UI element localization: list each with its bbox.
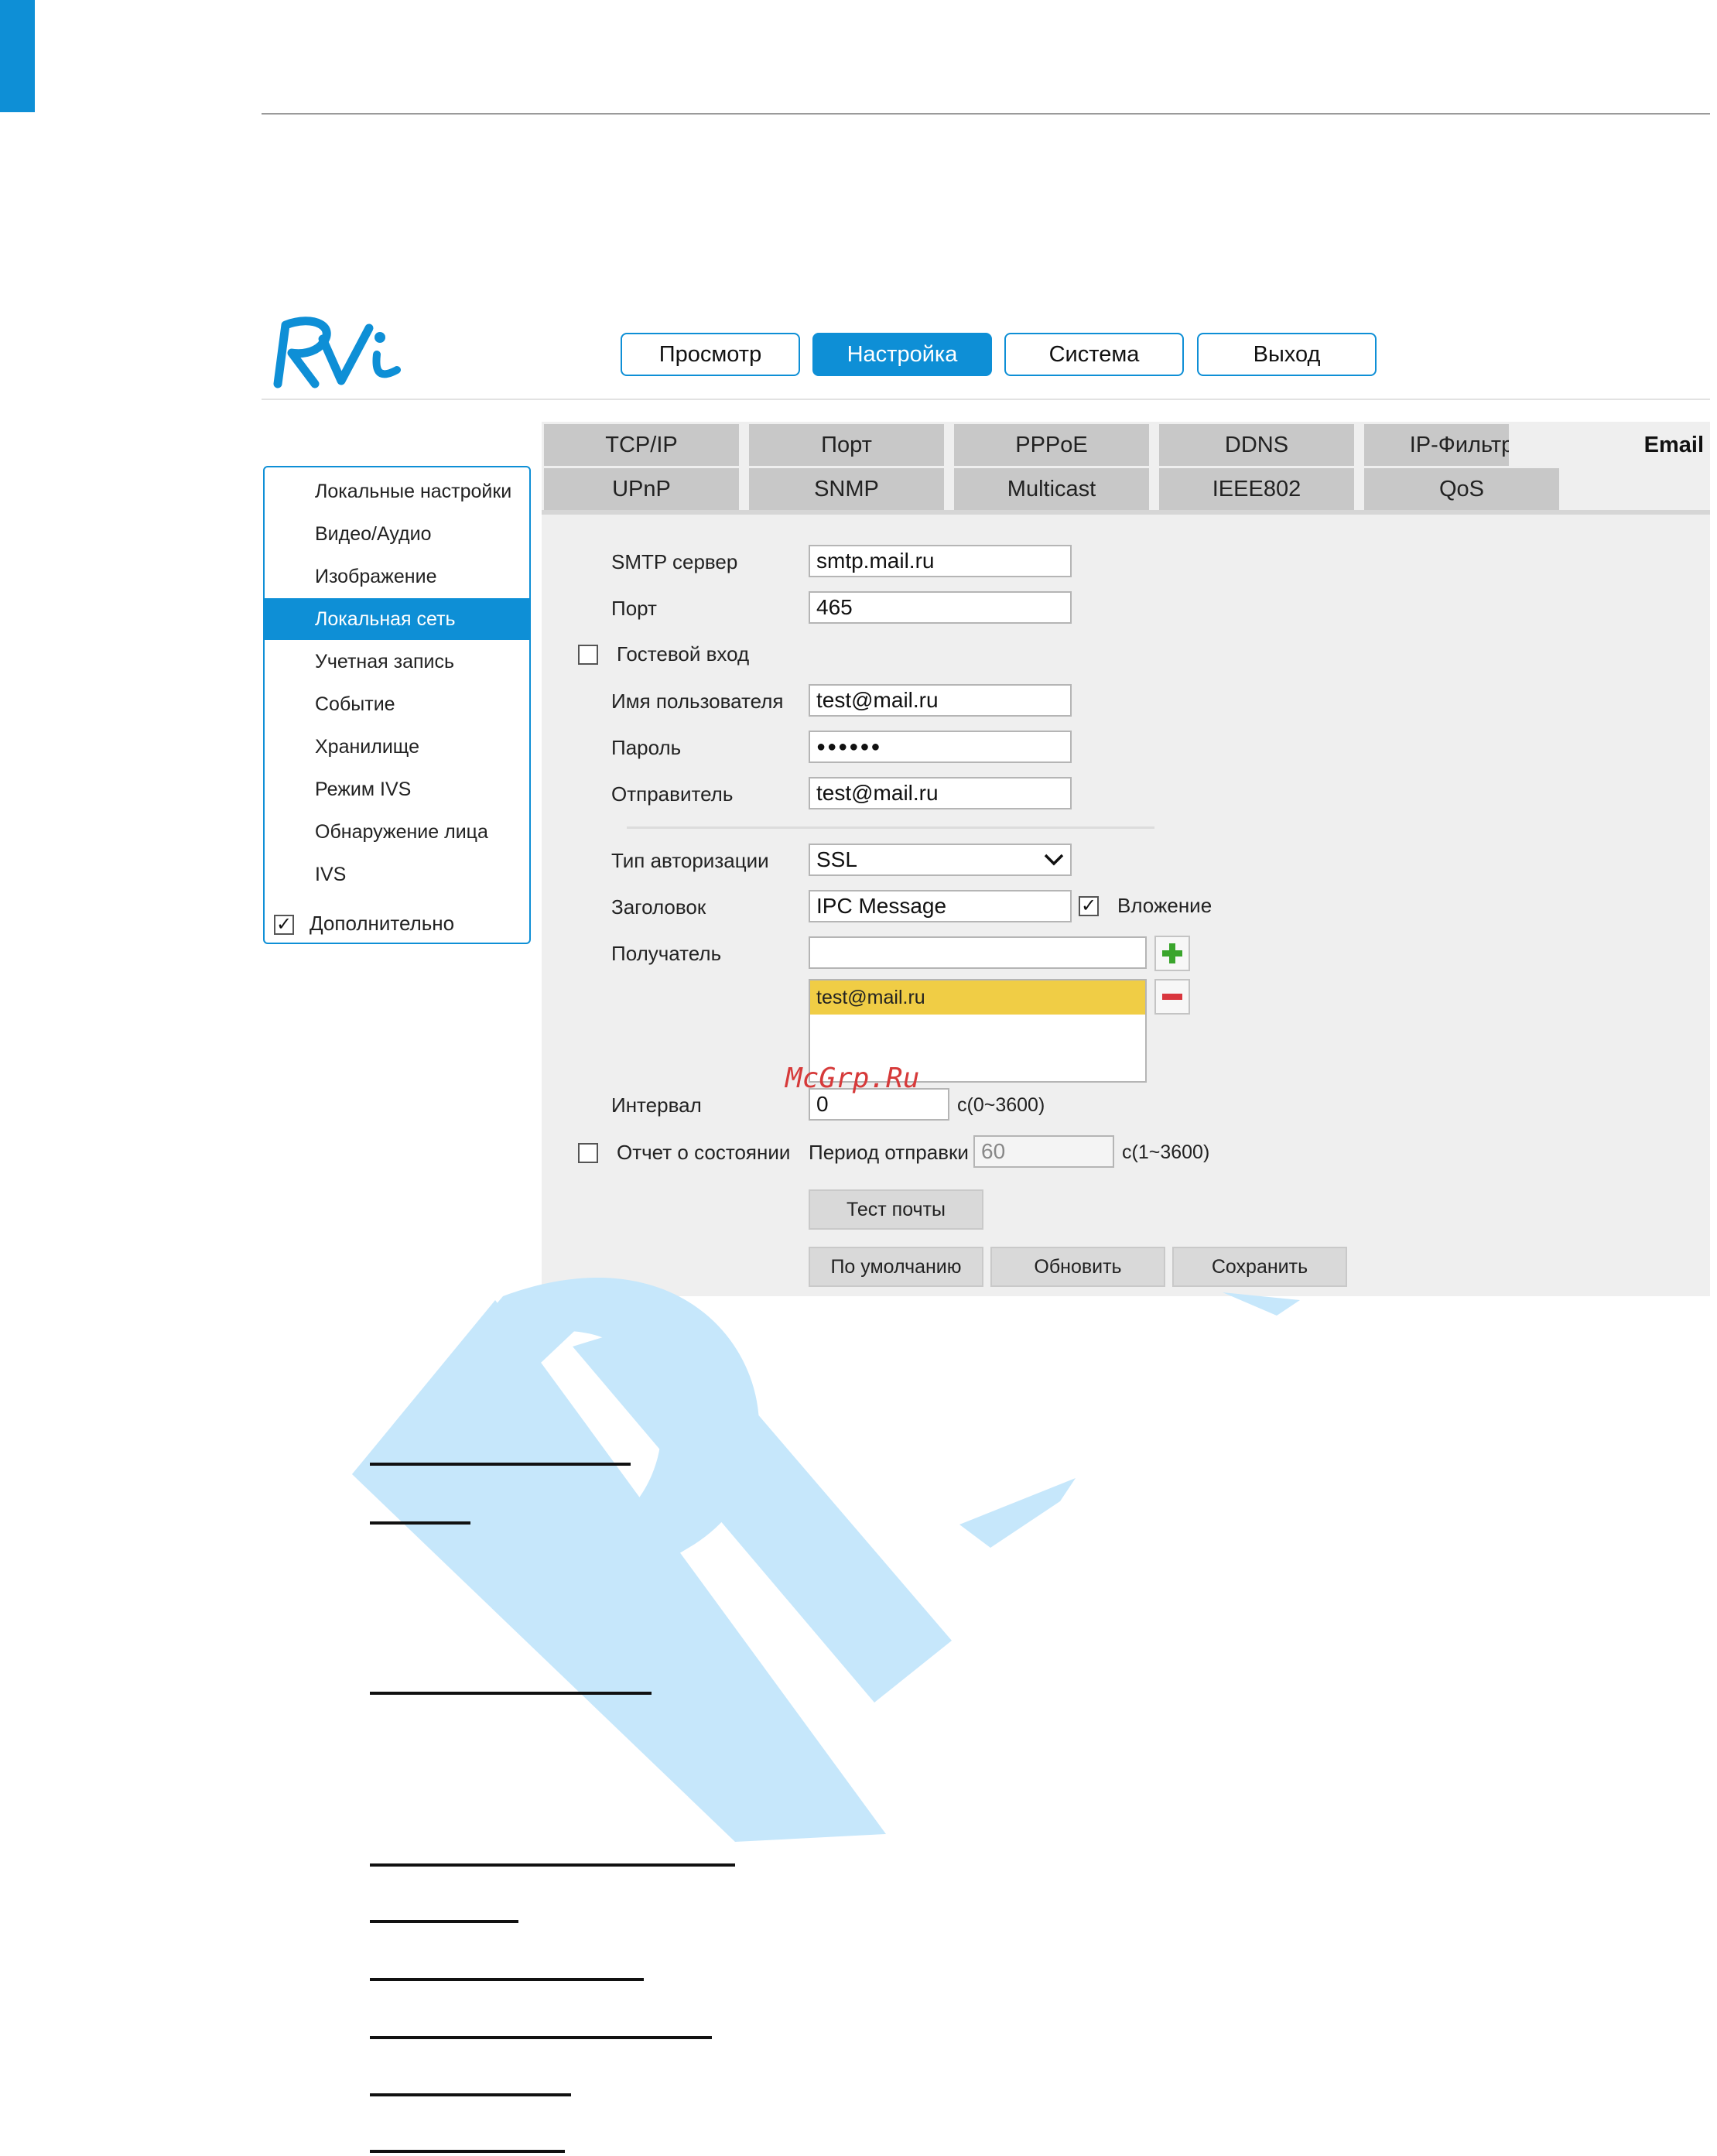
interval-hint: с(0~3600) [957,1094,1045,1116]
blank-line [370,1978,644,1981]
add-recipient-button[interactable] [1154,936,1190,971]
tab-upnp[interactable]: UPnP [544,468,739,510]
port-label: Порт [611,597,657,620]
port-input[interactable]: 465 [809,591,1072,624]
sidebar-extra-label[interactable]: Дополнительно [310,912,454,936]
sidebar-item-storage[interactable]: Хранилище [265,726,529,768]
refresh-button[interactable]: Обновить [990,1247,1165,1287]
subject-label: Заголовок [611,895,706,919]
chevron-down-icon [1044,854,1064,866]
sidebar-item-ivs[interactable]: IVS [265,854,529,895]
sidebar-item-ivs-mode[interactable]: Режим IVS [265,768,529,810]
smtp-server-input[interactable]: smtp.mail.ru [809,545,1072,577]
tab-pppoe[interactable]: PPPoE [954,424,1149,466]
sender-input[interactable]: test@mail.ru [809,777,1072,809]
sidebar-item-face-detection[interactable]: Обнаружение лица [265,811,529,853]
guest-login-label: Гостевой вход [617,642,750,666]
tab-snmp[interactable]: SNMP [749,468,944,510]
blank-line [370,1920,518,1923]
recipient-input[interactable] [809,936,1147,969]
check-icon: ✓ [275,914,292,935]
tab-ieee802[interactable]: IEEE802 [1159,468,1354,510]
blank-line [370,1692,652,1695]
header-rule [262,113,1710,115]
auth-type-select[interactable]: SSL [809,844,1072,876]
tab-bar-divider [542,510,1710,515]
password-input[interactable]: ●●●●●● [809,731,1072,763]
email-settings-panel: TCP/IP Порт PPPoE DDNS IP-Фильтр Email U… [542,422,1710,1296]
blank-line [370,1463,631,1466]
blank-line [370,2093,571,2096]
auth-type-value: SSL [816,847,857,871]
sidebar-item-network[interactable]: Локальная сеть [265,598,529,640]
sidebar-item-video-audio[interactable]: Видео/Аудио [265,513,529,555]
send-period-label: Период отправки [809,1141,969,1164]
blank-line [370,1521,470,1525]
nav-settings-button[interactable]: Настройка [812,333,992,376]
sidebar-item-local-settings[interactable]: Локальные настройки [265,471,529,512]
tab-ddns[interactable]: DDNS [1159,424,1354,466]
sidebar-item-event[interactable]: Событие [265,683,529,725]
attachment-checkbox[interactable]: ✓ [1079,896,1099,916]
blank-line [370,2150,565,2153]
rvi-logo [273,317,401,388]
smtp-server-label: SMTP сервер [611,550,738,573]
interval-input[interactable]: 0 [809,1088,949,1121]
username-input[interactable]: test@mail.ru [809,684,1072,717]
attachment-label: Вложение [1117,894,1213,917]
minus-icon [1162,994,1182,1000]
status-report-label: Отчет о состоянии [617,1141,791,1164]
interval-label: Интервал [611,1093,702,1117]
guest-login-checkbox[interactable] [578,645,598,665]
default-button[interactable]: По умолчанию [809,1247,983,1287]
nav-view-button[interactable]: Просмотр [621,333,800,376]
username-label: Имя пользователя [611,690,784,713]
password-label: Пароль [611,736,682,759]
blank-line [370,1863,735,1867]
recipient-list-item[interactable]: test@mail.ru [810,980,1145,1015]
tab-qos[interactable]: QoS [1364,468,1559,510]
tab-email[interactable]: Email [1509,424,1704,466]
recipient-label: Получатель [611,942,722,965]
nav-divider [262,399,1710,400]
save-button[interactable]: Сохранить [1172,1247,1347,1287]
send-period-hint: с(1~3600) [1122,1141,1210,1163]
nav-system-button[interactable]: Система [1004,333,1184,376]
settings-sidebar: Локальные настройки Видео/Аудио Изображе… [263,466,531,944]
sender-label: Отправитель [611,782,734,806]
auth-type-label: Тип авторизации [611,849,769,872]
extra-checkbox[interactable]: ✓ [274,915,294,935]
plus-icon [1162,943,1182,963]
tab-tcpip[interactable]: TCP/IP [544,424,739,466]
tab-port[interactable]: Порт [749,424,944,466]
recipient-list[interactable]: test@mail.ru [809,979,1147,1083]
test-mail-button[interactable]: Тест почты [809,1189,983,1230]
nav-logout-button[interactable]: Выход [1197,333,1377,376]
sidebar-item-account[interactable]: Учетная запись [265,641,529,683]
subject-input[interactable]: IPC Message [809,890,1072,922]
page-accent-bar [0,0,35,112]
blank-line [370,2036,712,2039]
status-report-checkbox[interactable] [578,1143,598,1163]
form-divider [627,826,1154,829]
send-period-input[interactable]: 60 [973,1135,1114,1168]
sidebar-item-image[interactable]: Изображение [265,556,529,597]
tab-multicast[interactable]: Multicast [954,468,1149,510]
check-icon: ✓ [1080,895,1097,916]
remove-recipient-button[interactable] [1154,979,1190,1015]
